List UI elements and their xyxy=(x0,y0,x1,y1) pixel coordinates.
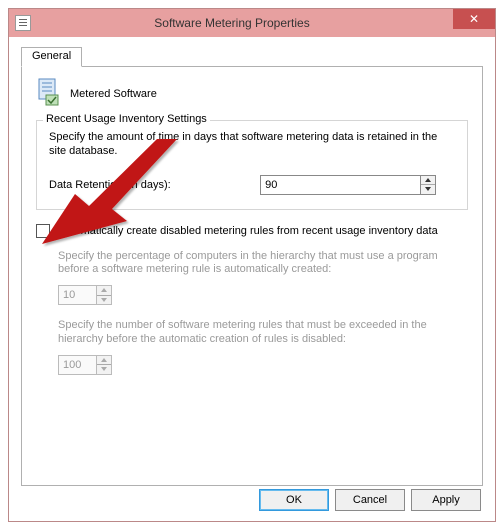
percent-spin-up xyxy=(97,286,111,296)
max-rules-spinner xyxy=(58,355,468,375)
auto-create-row: Automatically create disabled metering r… xyxy=(36,224,468,238)
titlebar[interactable]: Software Metering Properties ✕ xyxy=(9,9,495,37)
retention-spin-up[interactable] xyxy=(421,176,435,186)
retention-spinner[interactable] xyxy=(260,175,436,195)
max-rules-spin-buttons xyxy=(96,355,112,375)
group-recent-usage: Recent Usage Inventory Settings Specify … xyxy=(36,120,468,210)
auto-create-label: Automatically create disabled metering r… xyxy=(58,225,438,237)
page-heading: Metered Software xyxy=(70,88,157,100)
percent-spin-buttons xyxy=(96,285,112,305)
button-label: OK xyxy=(286,494,302,506)
group-description: Specify the amount of time in days that … xyxy=(49,131,455,159)
tabstrip: General xyxy=(21,47,483,67)
max-rules-spin-up xyxy=(97,356,111,366)
retention-label: Data Retention (in days): xyxy=(49,179,260,191)
chevron-up-icon xyxy=(101,358,107,362)
cancel-button[interactable]: Cancel xyxy=(335,489,405,511)
retention-row: Data Retention (in days): xyxy=(49,175,455,195)
header-row: Metered Software xyxy=(36,77,468,110)
retention-spin-down[interactable] xyxy=(421,185,435,194)
button-label: Cancel xyxy=(353,494,387,506)
max-rules-spin-down xyxy=(97,365,111,374)
dialog-buttons: OK Cancel Apply xyxy=(259,489,481,511)
document-icon xyxy=(15,15,31,31)
close-icon: ✕ xyxy=(469,12,479,26)
client-area: General Metered Software xyxy=(9,37,495,521)
group-title: Recent Usage Inventory Settings xyxy=(43,113,210,125)
auto-create-checkbox[interactable] xyxy=(36,224,50,238)
chevron-up-icon xyxy=(425,178,431,182)
percent-input xyxy=(58,285,96,305)
auto-create-subsection: Specify the percentage of computers in t… xyxy=(58,250,468,375)
close-button[interactable]: ✕ xyxy=(453,9,495,29)
chevron-up-icon xyxy=(101,288,107,292)
retention-spin-buttons xyxy=(420,175,436,195)
tab-page-general: Metered Software Recent Usage Inventory … xyxy=(21,66,483,486)
max-rules-description: Specify the number of software metering … xyxy=(58,319,468,347)
tab-general[interactable]: General xyxy=(21,47,82,67)
dialog-window: Software Metering Properties ✕ General xyxy=(8,8,496,522)
ok-button[interactable]: OK xyxy=(259,489,329,511)
window-title: Software Metering Properties xyxy=(11,16,453,30)
chevron-down-icon xyxy=(101,298,107,302)
percent-description: Specify the percentage of computers in t… xyxy=(58,250,468,278)
retention-input[interactable] xyxy=(260,175,420,195)
chevron-down-icon xyxy=(101,367,107,371)
percent-spin-down xyxy=(97,296,111,305)
tab-label: General xyxy=(32,50,71,62)
chevron-down-icon xyxy=(425,187,431,191)
max-rules-input xyxy=(58,355,96,375)
percent-spinner xyxy=(58,285,468,305)
apply-button[interactable]: Apply xyxy=(411,489,481,511)
metered-software-icon xyxy=(36,77,60,110)
button-label: Apply xyxy=(432,494,460,506)
